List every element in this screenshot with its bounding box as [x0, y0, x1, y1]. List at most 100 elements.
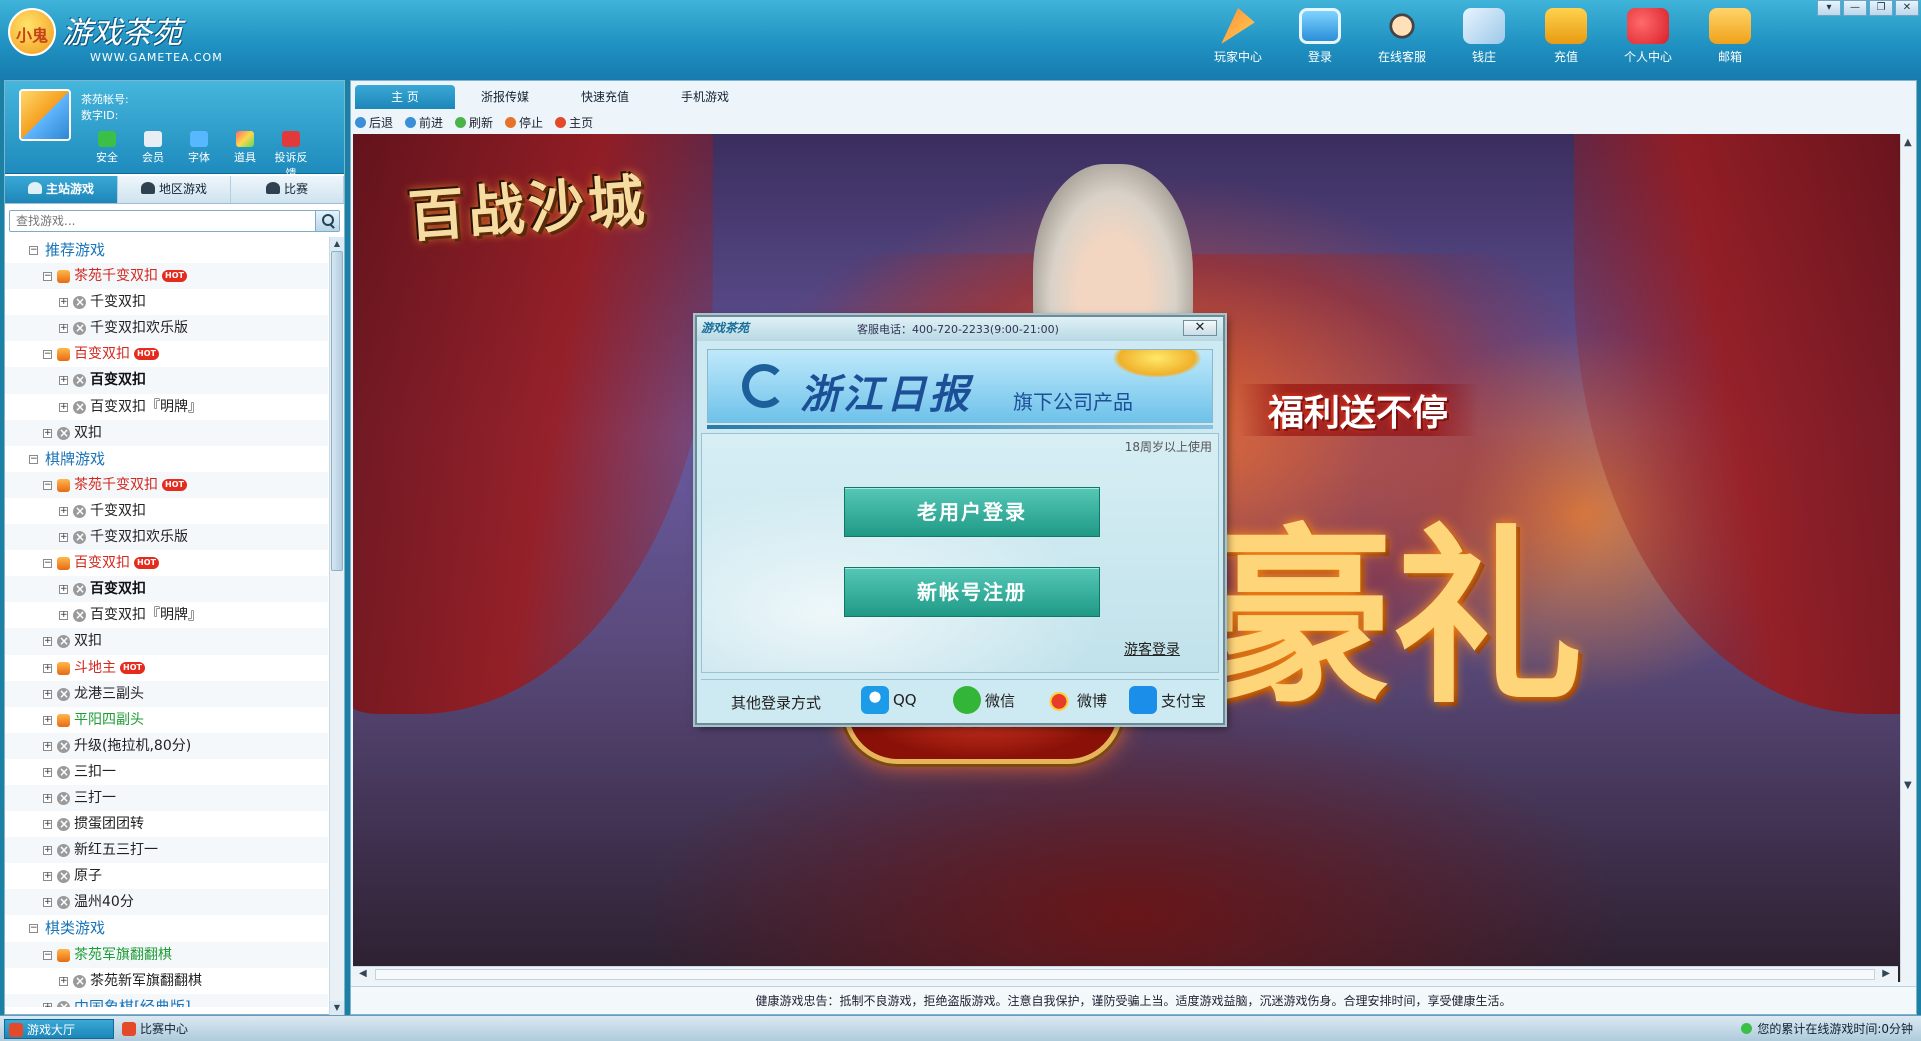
guest-login-link[interactable]: 游客登录 — [1124, 639, 1180, 659]
expand-icon[interactable]: + — [43, 741, 52, 751]
close-window-icon[interactable]: ✕ — [1895, 0, 1919, 16]
stop-button[interactable]: 停止 — [505, 114, 543, 131]
collapse-icon[interactable]: − — [43, 272, 52, 282]
new-account-register-button[interactable]: 新帐号注册 — [844, 567, 1100, 617]
expand-icon[interactable]: + — [43, 715, 52, 725]
task-game-hall[interactable]: 游戏大厅 — [4, 1019, 114, 1039]
minimize-icon[interactable]: — — [1843, 0, 1867, 16]
tree-category[interactable]: − 推荐游戏 — [5, 237, 328, 263]
forward-button[interactable]: 前进 — [405, 114, 443, 131]
tree-game-item[interactable]: + 升级(拖拉机,80分) — [5, 732, 328, 759]
nav-login[interactable]: 登录 — [1279, 8, 1361, 65]
collapse-icon[interactable]: − — [29, 454, 38, 464]
tree-game-item[interactable]: + 百变双扣『明牌』 — [5, 394, 328, 420]
expand-icon[interactable]: + — [43, 637, 52, 647]
tree-game-item[interactable]: + 平阳四副头 — [5, 707, 328, 733]
expand-icon[interactable]: + — [59, 611, 68, 621]
tool-report[interactable]: 投诉反馈 — [273, 131, 309, 181]
menu-dropdown-icon[interactable]: ▾ — [1817, 0, 1841, 16]
tree-game-item[interactable]: + 千变双扣 — [5, 498, 328, 524]
expand-icon[interactable]: + — [43, 689, 52, 699]
home-button[interactable]: 主页 — [555, 114, 593, 131]
tree-game-item[interactable]: + 中国象棋[经典版] — [5, 993, 328, 1007]
tool-font[interactable]: 字体 — [181, 131, 217, 181]
tree-game-item[interactable]: + 千变双扣欢乐版 — [5, 524, 328, 551]
tool-props[interactable]: 道具 — [227, 131, 263, 181]
tab-home[interactable]: 主 页 — [355, 85, 455, 109]
scroll-down-icon[interactable]: ▼ — [330, 1001, 344, 1015]
expand-icon[interactable]: + — [59, 976, 68, 986]
scroll-right-icon[interactable]: ▶ — [1882, 968, 1890, 979]
alipay-login-button[interactable]: 支付宝 — [1129, 685, 1206, 715]
tree-game-item[interactable]: + 茶苑新军旗翻翻棋 — [5, 968, 328, 994]
collapse-icon[interactable]: − — [43, 950, 52, 960]
tree-game-item[interactable]: − 茶苑千变双扣 HOT — [5, 263, 328, 290]
task-match-center[interactable]: 比赛中心 — [118, 1019, 228, 1039]
expand-icon[interactable]: + — [59, 324, 68, 334]
collapse-icon[interactable]: − — [43, 559, 52, 569]
tree-game-item[interactable]: + 新红五三打一 — [5, 837, 328, 864]
refresh-button[interactable]: 刷新 — [455, 114, 493, 131]
tree-game-item[interactable]: + 三扣一 — [5, 759, 328, 785]
tree-game-item[interactable]: − 茶苑千变双扣 HOT — [5, 471, 328, 498]
tree-game-item[interactable]: + 百变双扣 — [5, 367, 328, 394]
tree-game-item[interactable]: + 三打一 — [5, 784, 328, 812]
browser-vertical-scrollbar[interactable]: ▲ ▼ — [1900, 134, 1916, 982]
tree-game-item[interactable]: + 千变双扣欢乐版 — [5, 315, 328, 342]
collapse-icon[interactable]: − — [29, 924, 38, 934]
tool-security[interactable]: 安全 — [89, 131, 125, 181]
nav-recharge[interactable]: 充值 — [1525, 8, 1607, 65]
expand-icon[interactable]: + — [59, 298, 68, 308]
tab-main-games[interactable]: 主站游戏 — [5, 176, 118, 203]
expand-icon[interactable]: + — [59, 506, 68, 516]
tree-game-item[interactable]: − 百变双扣 HOT — [5, 341, 328, 367]
expand-icon[interactable]: + — [59, 533, 68, 543]
scroll-down-icon[interactable]: ▼ — [1904, 780, 1912, 791]
back-button[interactable]: 后退 — [355, 114, 393, 131]
scroll-thumb[interactable] — [375, 969, 1875, 980]
tree-game-item[interactable]: + 龙港三副头 — [5, 680, 328, 707]
expand-icon[interactable]: + — [43, 1002, 52, 1007]
app-logo[interactable]: 小鬼 游戏茶苑 WWW.GAMETEA.COM — [8, 6, 222, 66]
tree-game-item[interactable]: + 千变双扣 — [5, 289, 328, 315]
nav-mailbox[interactable]: 邮箱 — [1689, 8, 1771, 65]
tree-game-item[interactable]: + 掼蛋团团转 — [5, 811, 328, 837]
expand-icon[interactable]: + — [43, 663, 52, 673]
close-icon[interactable]: ✕ — [1183, 320, 1217, 336]
tree-game-item[interactable]: − 百变双扣 HOT — [5, 550, 328, 576]
weibo-login-button[interactable]: 微博 — [1045, 685, 1107, 715]
expand-icon[interactable]: + — [43, 898, 52, 908]
qq-login-button[interactable]: QQ — [861, 685, 917, 715]
nav-online-service[interactable]: 在线客服 — [1361, 8, 1443, 65]
nav-personal-center[interactable]: 个人中心 — [1607, 8, 1689, 65]
expand-icon[interactable]: + — [43, 846, 52, 856]
tree-game-item[interactable]: + 双扣 — [5, 628, 328, 655]
avatar[interactable] — [19, 89, 71, 141]
tree-game-item[interactable]: − 茶苑军旗翻翻棋 — [5, 941, 328, 968]
tree-category[interactable]: − 棋牌游戏 — [5, 446, 328, 472]
tree-category[interactable]: − 棋类游戏 — [5, 915, 328, 941]
scroll-left-icon[interactable]: ◀ — [359, 968, 367, 979]
expand-icon[interactable]: + — [59, 376, 68, 386]
scroll-up-icon[interactable]: ▲ — [330, 237, 344, 251]
tree-game-item[interactable]: + 双扣 — [5, 419, 328, 446]
expand-icon[interactable]: + — [43, 428, 52, 438]
tree-game-item[interactable]: + 百变双扣『明牌』 — [5, 602, 328, 628]
tree-game-item[interactable]: + 温州40分 — [5, 889, 328, 916]
expand-icon[interactable]: + — [43, 872, 52, 882]
browser-horizontal-scrollbar[interactable]: ◀ ▶ — [353, 966, 1898, 982]
expand-icon[interactable]: + — [43, 767, 52, 777]
tool-member[interactable]: 会员 — [135, 131, 171, 181]
tree-game-item[interactable]: + 原子 — [5, 863, 328, 889]
expand-icon[interactable]: + — [43, 820, 52, 830]
old-user-login-button[interactable]: 老用户登录 — [844, 487, 1100, 537]
restore-icon[interactable]: ❐ — [1869, 0, 1893, 16]
scroll-up-icon[interactable]: ▲ — [1904, 137, 1912, 148]
expand-icon[interactable]: + — [43, 793, 52, 803]
expand-icon[interactable]: + — [59, 585, 68, 595]
tree-scrollbar[interactable]: ▲ ▼ — [329, 237, 344, 1015]
tab-mobile-games[interactable]: 手机游戏 — [655, 85, 755, 109]
collapse-icon[interactable]: − — [43, 480, 52, 490]
collapse-icon[interactable]: − — [43, 350, 52, 360]
tab-competition[interactable]: 比赛 — [231, 176, 344, 203]
